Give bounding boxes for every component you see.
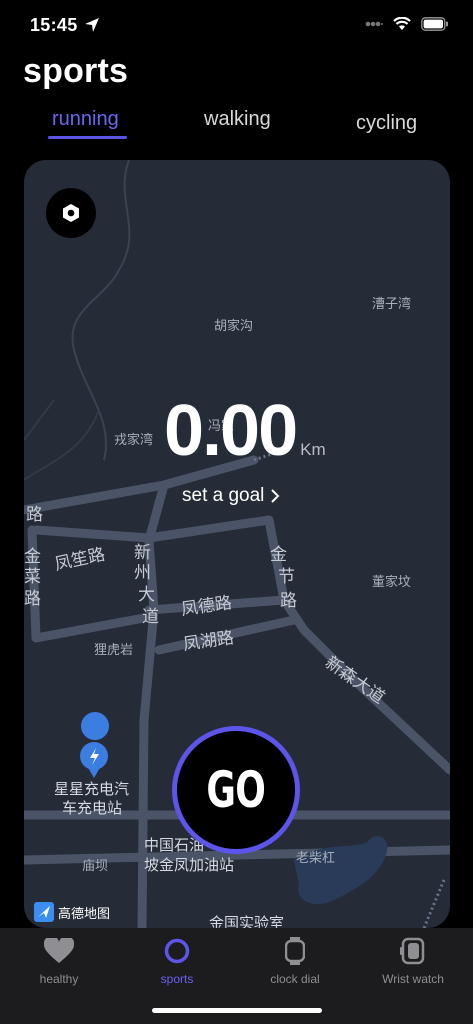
svg-text:路: 路: [24, 589, 41, 609]
map-place: 董家坟: [372, 574, 411, 590]
status-indicators: [365, 17, 449, 31]
tabbar-item-sports[interactable]: sports: [118, 936, 236, 996]
tabbar-label: clock dial: [270, 972, 320, 986]
map-place: 胡家沟: [214, 318, 253, 334]
location-arrow-icon: [85, 18, 99, 32]
map-card[interactable]: 胡家沟 漕子湾 戎家湾 冯家 董家坟 狸虎岩 庙坝 老柴杠 凤笙路 凤德路 凤湖…: [24, 160, 450, 928]
tabbar-item-clock-dial[interactable]: clock dial: [236, 936, 354, 996]
map-place: 狸虎岩: [94, 643, 133, 658]
svg-text:大: 大: [138, 585, 155, 605]
svg-text:金: 金: [24, 547, 41, 567]
status-bar: 15:45: [0, 0, 473, 52]
svg-text:道: 道: [142, 607, 159, 627]
distance-unit: Km: [300, 440, 326, 459]
road-label: 凤德路: [180, 593, 233, 620]
amap-logo-icon: [34, 902, 54, 922]
map-settings-button[interactable]: [46, 188, 96, 238]
tabbar-label: healthy: [39, 972, 79, 986]
heart-icon: [44, 936, 74, 966]
svg-text:路: 路: [26, 505, 43, 525]
map-provider-name: 高德地图: [58, 905, 111, 921]
set-goal-link[interactable]: set a goal: [182, 485, 280, 507]
tab-walking[interactable]: walking: [204, 108, 271, 131]
tab-active-indicator: [48, 136, 127, 139]
road-label: 凤笙路: [53, 545, 107, 575]
distance-value: 0.00: [164, 391, 298, 471]
svg-text:路: 路: [280, 591, 297, 611]
svg-text:节: 节: [278, 567, 295, 587]
home-indicator: [152, 1008, 322, 1013]
hexagon-settings-icon: [63, 204, 79, 222]
distance-display: 0.00 Km: [164, 390, 326, 472]
ring-icon: [162, 936, 192, 966]
map-place: 庙坝: [82, 859, 108, 874]
set-goal-label: set a goal: [182, 485, 265, 506]
map-place: 漕子湾: [372, 296, 411, 312]
watch-side-icon: [398, 936, 428, 966]
status-time: 15:45: [30, 15, 78, 35]
road-label: 凤湖路: [182, 628, 235, 655]
chevron-right-icon: [271, 489, 280, 503]
svg-text:星星充电汽: 星星充电汽: [54, 780, 129, 798]
tab-cycling[interactable]: cycling: [356, 112, 417, 135]
tabbar-label: Wrist watch: [382, 972, 444, 986]
battery-icon: [421, 17, 448, 31]
tab-running[interactable]: running: [52, 108, 119, 131]
wifi-icon: [393, 17, 411, 30]
tabbar-item-wrist-watch[interactable]: Wrist watch: [354, 936, 472, 996]
page-title: sports: [23, 52, 129, 90]
tabbar-item-healthy[interactable]: healthy: [0, 936, 118, 996]
poi-label: 金国实验室: [209, 914, 284, 928]
svg-text:州: 州: [134, 563, 151, 583]
svg-text:金: 金: [270, 545, 287, 565]
go-button[interactable]: GO: [172, 726, 300, 854]
sport-tabs: running walking cycling: [0, 104, 473, 144]
tabbar-label: sports: [160, 972, 194, 986]
svg-text:菜: 菜: [24, 567, 41, 587]
watch-icon: [280, 936, 310, 966]
cellular-signal-icon: [365, 21, 383, 27]
map-place: 戎家湾: [114, 432, 153, 448]
svg-text:车充电站: 车充电站: [62, 799, 122, 817]
poi-label: 坡金凤加油站: [144, 856, 234, 874]
road-label: 新森大道: [321, 653, 388, 708]
svg-text:新: 新: [134, 543, 151, 563]
map-provider-logo: 高德地图: [34, 902, 110, 922]
map-place: 老柴杠: [296, 850, 335, 866]
go-label: GO: [206, 761, 266, 819]
